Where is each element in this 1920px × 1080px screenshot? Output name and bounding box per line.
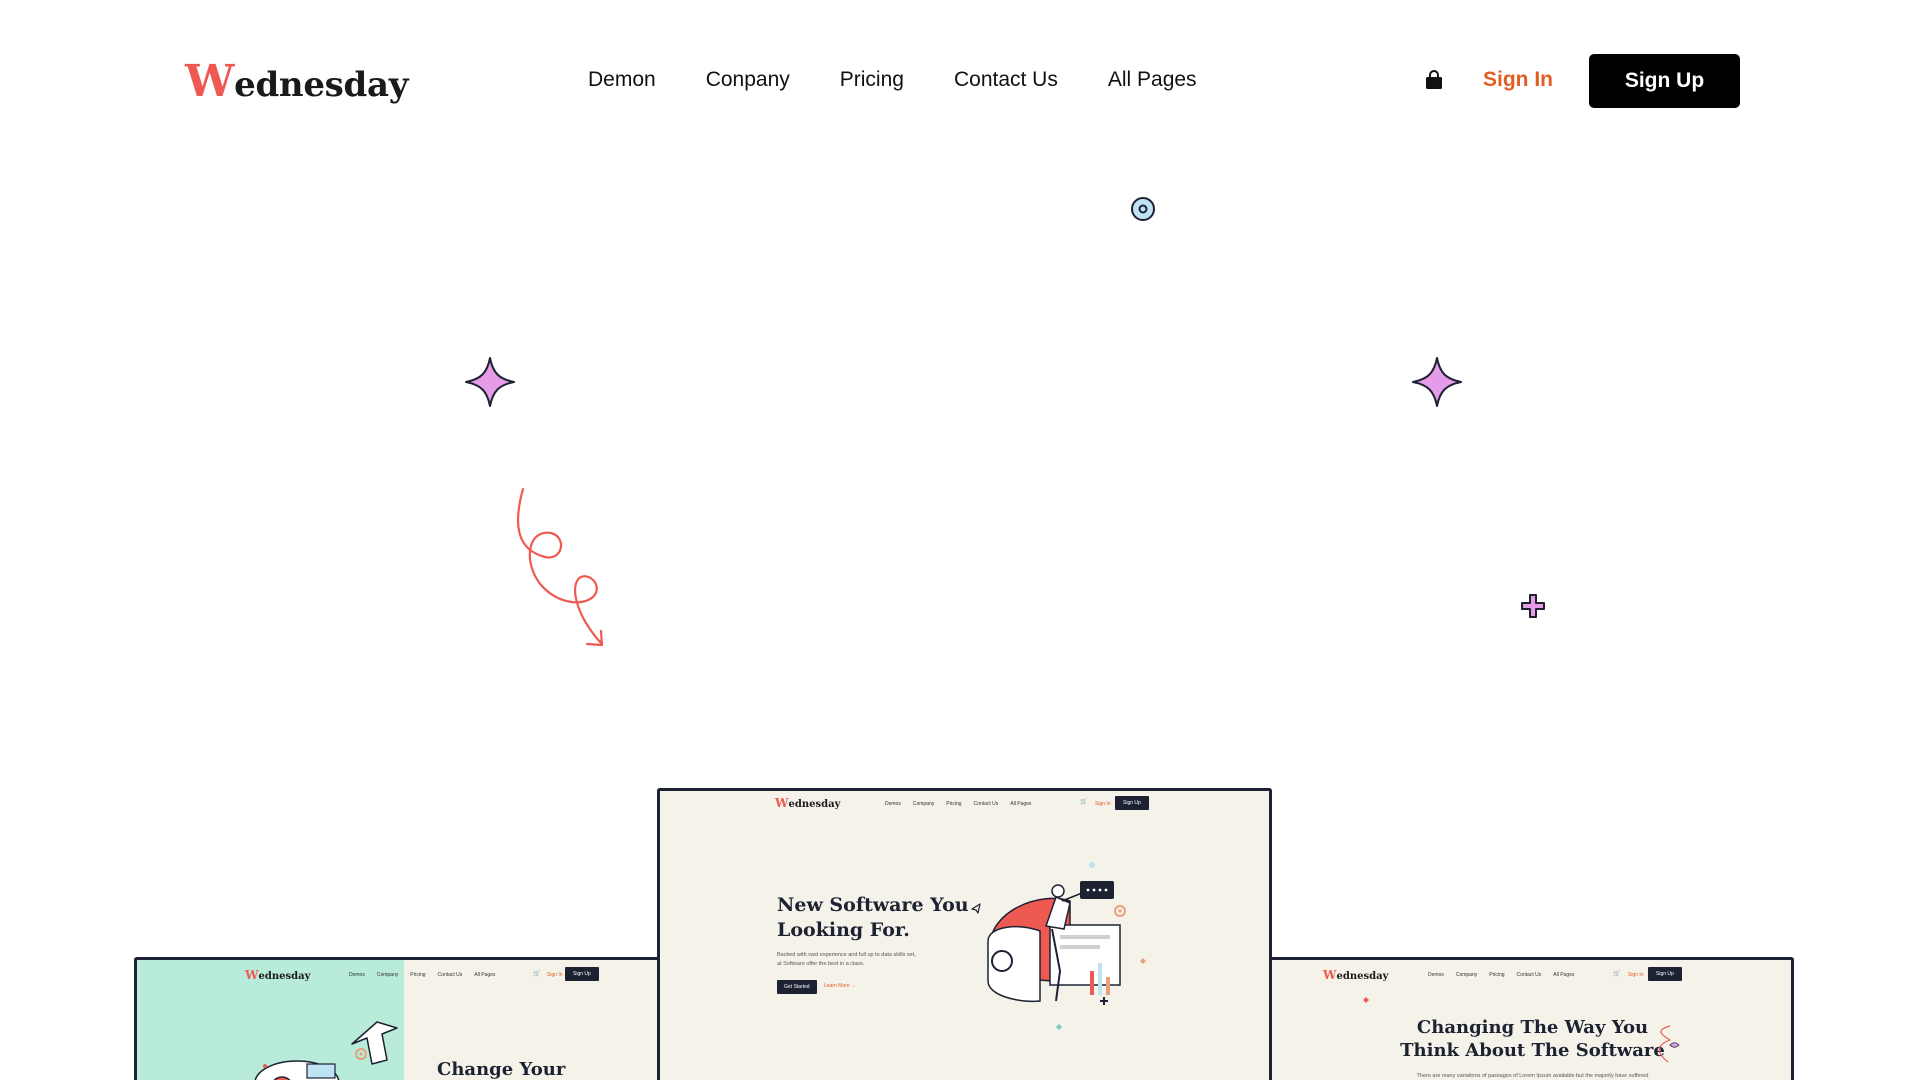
preview-card-center[interactable]: Wednesday Demos Company Pricing Contact … [657, 788, 1272, 1080]
preview-card-left[interactable]: Wednesday Demos Company Pricing Contact … [134, 957, 694, 1080]
preview-nav: Demos Company Pricing Contact Us All Pag… [1428, 972, 1574, 978]
preview-nav-item: Demos [349, 972, 365, 978]
preview-logo: Wednesday [1323, 968, 1389, 982]
preview-illustration [254, 1021, 398, 1080]
preview-learn-more-link: Learn More → [824, 983, 856, 989]
sparkle-icon [465, 357, 515, 407]
preview-nav: Demos Company Pricing Contact Us All Pag… [885, 801, 1031, 807]
sparkle-icon [1412, 357, 1462, 407]
preview-sign-up: Sign Up [1648, 967, 1682, 981]
preview-decorations [1363, 997, 1680, 1063]
preview-nav-item: Contact Us [1516, 972, 1542, 978]
logo-initial: W [185, 56, 235, 107]
preview-nav-item: All Pages [474, 972, 496, 978]
logo[interactable]: Wednesday [185, 56, 408, 107]
preview-nav-item: Company [912, 801, 935, 807]
nav-item-pricing[interactable]: Pricing [840, 68, 904, 92]
preview-cart-icon: 🛒 [1613, 971, 1621, 977]
preview-nav-item: Pricing [410, 972, 426, 978]
preview-nav-item: Company [376, 972, 399, 978]
preview-sign-up: Sign Up [565, 967, 599, 981]
preview-logo: Wednesday [245, 968, 311, 982]
preview-nav-item: Contact Us [973, 801, 999, 807]
preview-nav: Demos Company Pricing Contact Us All Pag… [349, 972, 495, 978]
preview-card-right[interactable]: Wednesday Demos Company Pricing Contact … [1265, 957, 1794, 1080]
sign-in-link[interactable]: Sign In [1483, 68, 1553, 92]
plus-icon [1521, 594, 1545, 618]
preview-hero-subtitle: Backed with vast experience and full up … [777, 952, 916, 967]
preview-cart-icon: 🛒 [533, 971, 541, 977]
sign-up-button[interactable]: Sign Up [1589, 54, 1740, 108]
shopping-bag-icon[interactable] [1425, 70, 1443, 90]
logo-text: ednesday [234, 65, 409, 105]
preview-nav-item: Company [1455, 972, 1478, 978]
preview-logo: Wednesday [775, 796, 841, 810]
nav-item-all-pages[interactable]: All Pages [1108, 68, 1197, 92]
preview-get-started-button: Get Started [777, 980, 817, 994]
preview-nav-item: Demos [885, 801, 901, 807]
preview-nav-item: All Pages [1010, 801, 1032, 807]
curly-arrow-icon [516, 487, 604, 647]
main-nav: Demon Conpany Pricing Contact Us All Pag… [588, 68, 1197, 92]
nav-item-demon[interactable]: Demon [588, 68, 656, 92]
target-icon [1131, 197, 1155, 221]
preview-hero-title: Change Your [437, 1059, 566, 1080]
nav-item-company[interactable]: Conpany [706, 68, 790, 92]
preview-sign-in: Sign In [1628, 972, 1644, 978]
preview-hero-title: New Software You Looking For. [777, 894, 969, 941]
preview-nav-item: Contact Us [437, 972, 463, 978]
nav-item-contact-us[interactable]: Contact Us [954, 68, 1058, 92]
preview-nav-item: All Pages [1553, 972, 1575, 978]
preview-nav-item: Pricing [946, 801, 962, 807]
preview-sign-up: Sign Up [1115, 796, 1149, 810]
preview-nav-item: Pricing [1489, 972, 1505, 978]
preview-sign-in: Sign In [547, 972, 563, 978]
preview-sign-in: Sign In [1095, 801, 1111, 807]
preview-cart-icon: 🛒 [1080, 799, 1088, 805]
preview-hero-illustration [971, 862, 1146, 1030]
preview-nav-item: Demos [1428, 972, 1444, 978]
